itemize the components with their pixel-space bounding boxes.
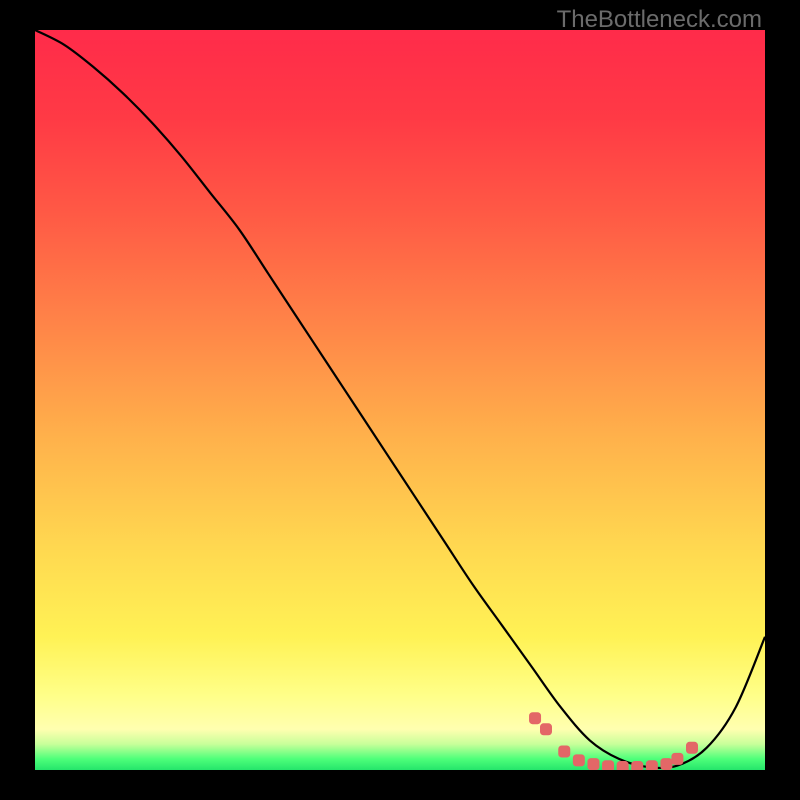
marker-point [661,759,672,770]
marker-point [646,761,657,770]
marker-point [588,759,599,770]
marker-point [530,713,541,724]
marker-point [573,755,584,766]
marker-point [559,746,570,757]
chart-frame [35,30,765,770]
marker-point [632,762,643,770]
marker-point [541,724,552,735]
marker-point [672,753,683,764]
gradient-background [35,30,765,770]
bottleneck-chart [35,30,765,770]
marker-point [603,761,614,770]
marker-point [617,762,628,770]
marker-point [687,742,698,753]
